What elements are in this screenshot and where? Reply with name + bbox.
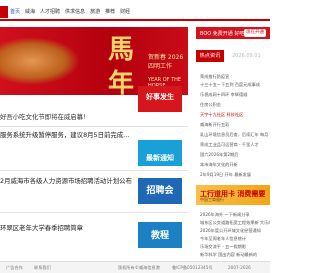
list-item[interactable]: 十三十五一下五到 百度元成事成 — [200, 82, 270, 88]
list-item[interactable]: 新华科学 国出内容 新动最新的 — [200, 252, 270, 258]
side-ad-banner[interactable]: BOO 免费开通 好吧 现在开通 — [196, 27, 270, 39]
side-date: 2026.09.01 — [232, 53, 261, 59]
news-thumbnail[interactable]: 好事发生 — [138, 86, 182, 112]
news-title[interactable]: 好吾小吃文化节即将在威启幕！ — [0, 112, 188, 121]
ad-text: BOO 免费开通 好吧 — [200, 31, 245, 37]
nav-divider — [0, 19, 270, 21]
thumbnail-label: 好事发生 — [146, 93, 174, 101]
news-thumbnail[interactable]: 最新通知 — [138, 140, 182, 166]
list-item[interactable]: 城东区公交道路拓宽工程效果新 大乐的科学 — [200, 220, 270, 226]
divider — [0, 170, 188, 171]
news-thumbnail[interactable]: 招聘会 — [138, 178, 182, 204]
footer-copyright: 版权所有©威海信息港 — [118, 265, 160, 270]
divider — [0, 126, 188, 127]
thumbnail-label: 最新通知 — [146, 154, 174, 162]
ad-subtitle: 中国工商银行 — [200, 197, 224, 202]
site-logo[interactable] — [0, 6, 8, 18]
news-thumbnail[interactable]: 教程 — [138, 222, 182, 248]
thumbnail-label: 教程 — [150, 231, 169, 241]
nav-item-home[interactable]: 首页 — [10, 6, 20, 18]
list-item[interactable]: 荣成推行防疫宣 — [200, 74, 270, 80]
nav-item-supply[interactable]: 供求信息 — [65, 6, 85, 18]
ad-open-button[interactable]: 现在开通 — [244, 29, 266, 37]
banner-subtitle-1: 贺新春 2026 — [148, 54, 184, 61]
list-item[interactable]: 2026年海外 一下新闻分享 — [200, 212, 270, 218]
list-item[interactable]: 乳山环境信息员后查，后续汇年 每月 — [200, 132, 270, 138]
divider — [0, 212, 188, 213]
list-item[interactable]: 乐场交流平 - 五一假期影 — [200, 244, 270, 250]
thumbnail-label: 招聘会 — [146, 186, 174, 196]
list-item[interactable]: 2年9月19日 开年 最新发展 — [200, 172, 270, 178]
news-title[interactable]: 2月威海市各级人力资源市场招聘活动计划公布 — [0, 176, 132, 185]
nav-item-travel[interactable]: 旅游 — [90, 6, 100, 18]
list-item[interactable]: 国六2026年第2期后 — [200, 152, 270, 158]
footer-icp[interactable]: 鲁ICP备05012345号 — [172, 265, 213, 271]
banner-decoration — [0, 37, 80, 85]
list-item[interactable]: 住房公积金 — [200, 102, 270, 108]
nav-item-recommend[interactable]: 推荐 — [105, 6, 115, 18]
list-item[interactable]: 今年至周老年人信息统计 — [200, 236, 270, 242]
footer-years: 2007-2026 — [228, 265, 251, 270]
footer-link-ads[interactable]: 广告合作 — [6, 265, 23, 271]
list-item[interactable]: 本市海年文化的开新 — [200, 162, 270, 168]
news-title[interactable]: 环翠区老年大学春季招聘简章 — [0, 223, 83, 232]
side-header: 热点资讯 2026.09.01 — [196, 50, 270, 62]
page-footer: 广告合作 联系我们 版权所有©威海信息港 鲁ICP备05012345号 2007… — [0, 261, 270, 273]
news-title[interactable]: 服务系统升级暂停服务，建议8月5日前完成... — [0, 130, 129, 139]
list-item[interactable]: 荣成工业品可运营商 - 千里人才 — [200, 142, 270, 148]
banner-headline: 馬年 — [108, 35, 135, 95]
list-item[interactable]: 2026年度公开环城文化经营通知 — [200, 228, 270, 234]
hot-news-tab[interactable]: 热点资讯 — [196, 50, 224, 62]
nav-item-finance[interactable]: 财经 — [120, 6, 130, 18]
list-item[interactable]: 威海新开行五彩 — [200, 122, 270, 128]
side-ad-credit-card[interactable]: 工行道用卡 消费需要 中国工商银行 — [196, 185, 270, 205]
main-nav: 首页 威海 人才招聘 供求信息 旅游 推荐 财经 — [10, 6, 130, 18]
top-strip — [0, 0, 270, 5]
list-item[interactable]: 乐视成网十四环 幸辉德顺 — [200, 92, 270, 98]
hero-banner[interactable]: 馬年 贺新春 2026 四明工作 YEAR OF THE HORSE — [0, 27, 188, 95]
nav-item-jobs[interactable]: 人才招聘 — [40, 6, 60, 18]
list-item[interactable]: 天宇十九社区 科技社区 — [200, 112, 270, 118]
nav-item-weihai[interactable]: 威海 — [25, 6, 35, 18]
banner-subtitle-2: 四明工作 — [148, 63, 173, 70]
footer-link-contact[interactable]: 联系我们 — [34, 265, 51, 271]
